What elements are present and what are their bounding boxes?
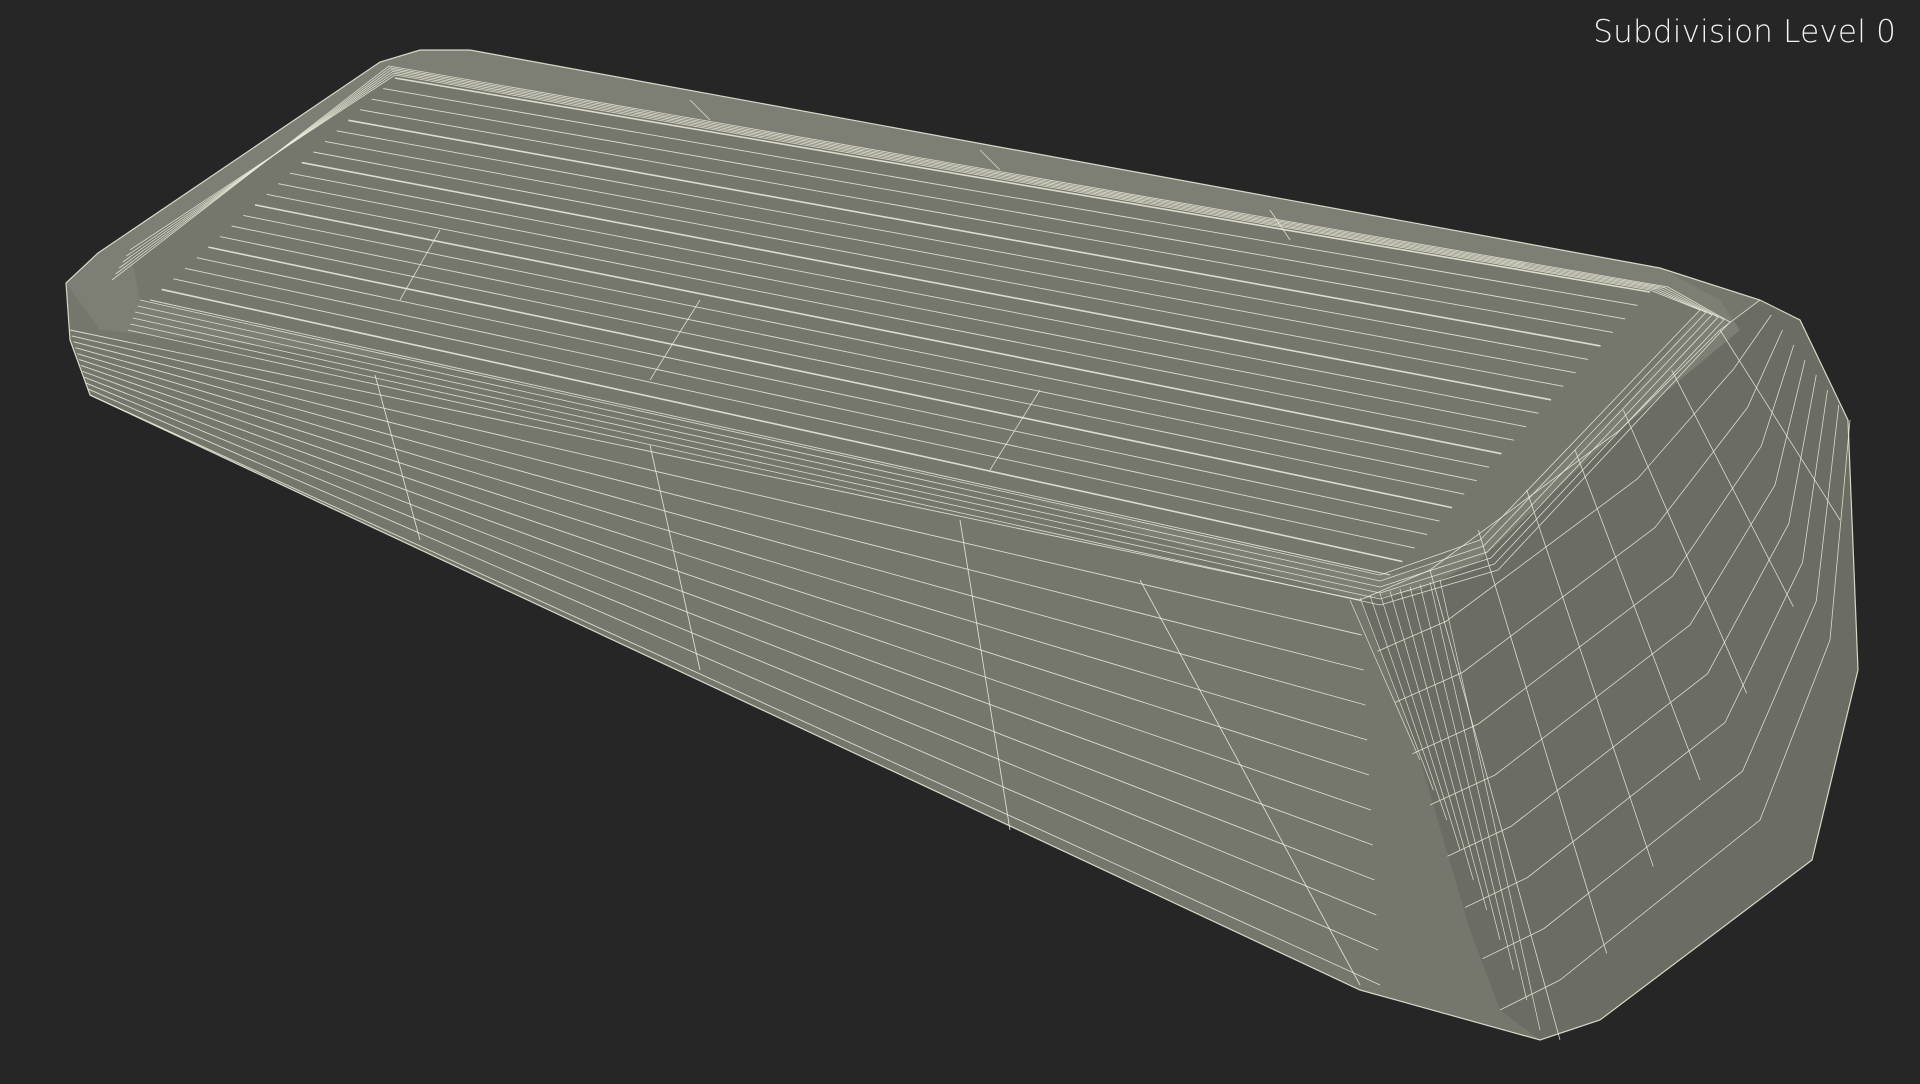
wireframe-model: [65, 49, 1859, 1041]
3d-viewport[interactable]: Subdivision Level 0: [0, 0, 1920, 1080]
subdivision-level-label: Subdivision Level 0: [1593, 14, 1896, 50]
model-body: [66, 50, 1858, 1040]
